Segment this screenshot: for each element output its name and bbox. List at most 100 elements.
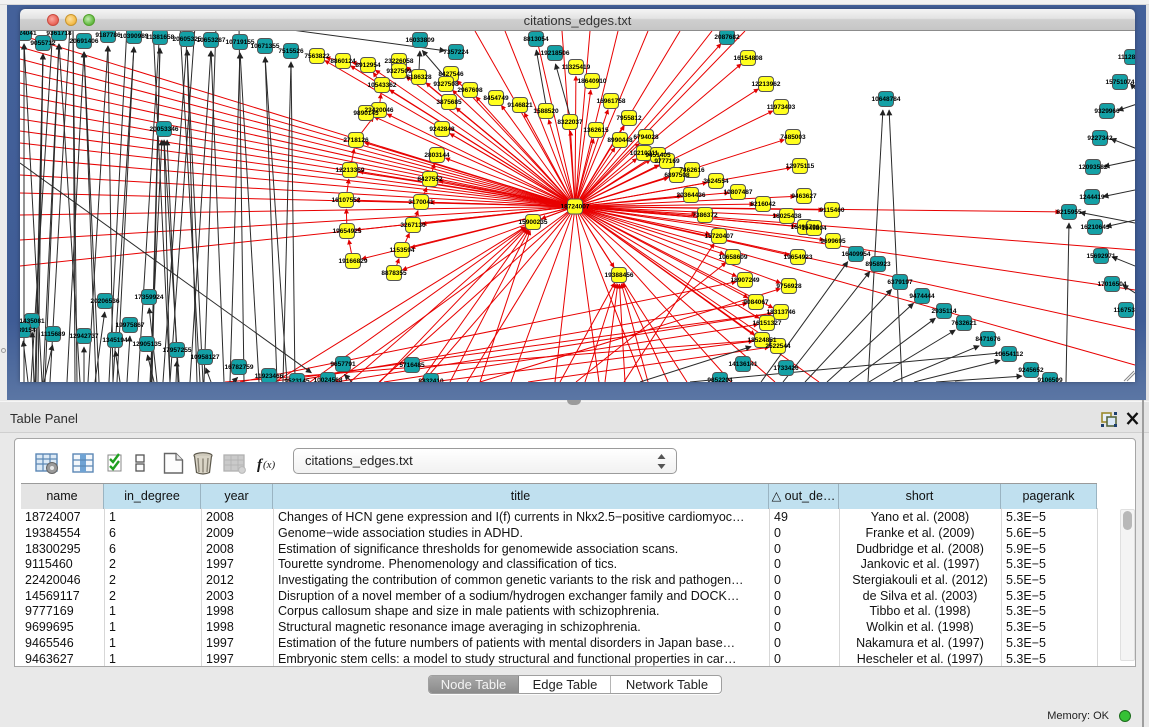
svg-text:16409954: 16409954 (842, 251, 871, 258)
svg-text:6897508: 6897508 (664, 172, 690, 179)
svg-text:2935114: 2935114 (932, 308, 957, 315)
svg-text:15720407: 15720407 (705, 233, 734, 240)
svg-text:9463627: 9463627 (791, 193, 817, 200)
svg-text:12942737: 12942737 (70, 333, 99, 340)
svg-text:14136141: 14136141 (729, 361, 758, 368)
svg-text:3267130: 3267130 (400, 222, 426, 229)
svg-text:6379197: 6379197 (887, 279, 913, 286)
svg-text:10653287: 10653287 (197, 37, 226, 44)
svg-text:17359924: 17359924 (135, 294, 164, 301)
svg-text:9187786: 9187786 (95, 32, 121, 39)
svg-text:8832410: 8832410 (418, 378, 444, 382)
svg-text:9327508: 9327508 (433, 81, 459, 88)
svg-text:20364436: 20364436 (677, 192, 706, 199)
svg-text:8860124: 8860124 (330, 58, 356, 65)
svg-text:8322037: 8322037 (557, 119, 583, 126)
svg-text:18724007: 18724007 (561, 204, 590, 211)
svg-text:10671355: 10671355 (251, 43, 280, 50)
svg-text:10807487: 10807487 (724, 189, 753, 196)
svg-text:19654923: 19654923 (784, 254, 813, 261)
svg-text:10024568: 10024568 (314, 377, 343, 382)
svg-text:8912954: 8912954 (355, 62, 381, 69)
svg-text:18025438: 18025438 (773, 213, 802, 220)
svg-text:19166829: 19166829 (339, 258, 368, 265)
svg-text:7955812: 7955812 (616, 115, 642, 122)
svg-text:18640910: 18640910 (578, 78, 607, 85)
svg-text:20206536: 20206536 (91, 298, 120, 305)
svg-text:8454749: 8454749 (483, 95, 509, 102)
svg-text:9242848: 9242848 (429, 126, 455, 133)
svg-text:11923466: 11923466 (255, 373, 284, 380)
svg-text:11381658: 11381658 (146, 34, 175, 41)
svg-text:10958127: 10958127 (191, 354, 220, 361)
svg-text:10658609: 10658609 (719, 254, 748, 261)
svg-text:9245652: 9245652 (1018, 367, 1044, 374)
svg-text:18313746: 18313746 (767, 309, 796, 316)
svg-text:3624554: 3624554 (703, 178, 729, 185)
svg-text:9055712: 9055712 (30, 40, 56, 47)
svg-text:12213369: 12213369 (336, 167, 365, 174)
svg-text:8427552: 8427552 (417, 176, 443, 183)
svg-text:6794028: 6794028 (633, 134, 659, 141)
svg-text:2718126: 2718126 (343, 137, 369, 144)
svg-text:7515526: 7515526 (278, 48, 304, 55)
svg-text:18907249: 18907249 (731, 277, 760, 284)
svg-text:15900235: 15900235 (519, 219, 548, 226)
svg-text:12093582: 12093582 (1079, 164, 1108, 171)
svg-text:8958923: 8958923 (865, 261, 891, 268)
svg-text:11973493: 11973493 (767, 104, 796, 111)
svg-text:5716485: 5716485 (399, 362, 425, 369)
svg-text:9474444: 9474444 (909, 293, 935, 300)
svg-text:1435081: 1435081 (20, 318, 45, 325)
svg-text:8186328: 8186328 (406, 74, 432, 81)
svg-text:2967608: 2967608 (457, 87, 483, 94)
svg-text:15751074: 15751074 (1106, 79, 1135, 86)
svg-text:1244419: 1244419 (1079, 194, 1105, 201)
svg-text:1153594: 1153594 (390, 247, 415, 254)
svg-text:10648784: 10648784 (872, 96, 901, 103)
svg-text:9890145: 9890145 (353, 110, 379, 117)
svg-text:9329966: 9329966 (1094, 108, 1120, 115)
svg-text:7485003: 7485003 (780, 134, 806, 141)
svg-text:8990448: 8990448 (607, 137, 633, 144)
svg-text:10390989: 10390989 (120, 33, 149, 40)
svg-text:2522544: 2522544 (765, 343, 791, 350)
svg-text:17957255: 17957255 (163, 347, 192, 354)
svg-text:1345194: 1345194 (102, 337, 128, 344)
svg-text:8471676: 8471676 (975, 336, 1001, 343)
svg-text:11325419: 11325419 (562, 64, 591, 71)
svg-text:10654112: 10654112 (995, 351, 1024, 358)
svg-text:1733426: 1733426 (773, 365, 799, 372)
svg-text:8215955: 8215955 (1056, 209, 1082, 216)
svg-text:16782759: 16782759 (225, 364, 254, 371)
svg-text:12905135: 12905135 (133, 341, 162, 348)
svg-text:16154808: 16154808 (734, 55, 763, 62)
svg-text:12213962: 12213962 (752, 81, 781, 88)
svg-text:7357224: 7357224 (443, 49, 469, 56)
svg-text:8939154: 8939154 (20, 327, 36, 334)
svg-text:16151327: 16151327 (753, 320, 782, 327)
svg-text:16107552: 16107552 (332, 197, 361, 204)
svg-text:3170041: 3170041 (408, 199, 434, 206)
svg-text:19388456: 19388456 (605, 272, 634, 279)
svg-text:9852204: 9852204 (707, 377, 733, 382)
svg-text:8427546: 8427546 (438, 71, 464, 78)
svg-text:7632621: 7632621 (951, 320, 977, 327)
svg-text:9084067: 9084067 (743, 299, 769, 306)
svg-text:8524041: 8524041 (20, 31, 37, 37)
svg-text:1167533: 1167533 (1114, 307, 1135, 314)
svg-text:9756928: 9756928 (776, 283, 802, 290)
svg-text:12975115: 12975115 (786, 163, 815, 170)
svg-text:3875685: 3875685 (436, 99, 462, 106)
svg-text:19218506: 19218506 (541, 50, 570, 57)
svg-text:8878355: 8878355 (381, 270, 407, 277)
svg-text:16033809: 16033809 (406, 37, 435, 44)
svg-text:9777169: 9777169 (654, 158, 680, 165)
svg-text:9115460: 9115460 (820, 207, 845, 214)
svg-text:19975867: 19975867 (116, 322, 145, 329)
svg-text:17016504: 17016504 (1098, 281, 1127, 288)
svg-text:7386372: 7386372 (692, 212, 718, 219)
svg-text:2803144: 2803144 (424, 152, 450, 159)
svg-text:1362615: 1362615 (583, 127, 609, 134)
svg-text:7563822: 7563822 (304, 53, 330, 60)
